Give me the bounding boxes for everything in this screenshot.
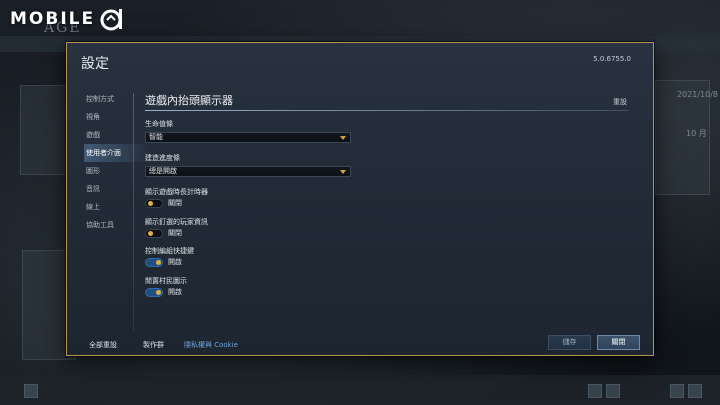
health-bar-dropdown[interactable]: 智能	[145, 132, 351, 143]
background-date: 2021/10/8	[677, 90, 719, 99]
control-group-row: 開啟	[145, 257, 182, 267]
dialog-header: 設定 5.0.6755.0	[67, 43, 653, 83]
toggle-knob	[156, 259, 161, 265]
watermark-logo-icon	[100, 9, 123, 31]
reset-all-button[interactable]: 全部重設	[89, 340, 117, 350]
reset-section-button[interactable]: 重設	[613, 97, 627, 107]
nav-item-game[interactable]: 遊戲	[84, 126, 140, 144]
build-progress-label: 建造進度條	[145, 154, 180, 162]
nav-item-camera[interactable]: 視角	[84, 108, 140, 126]
background-bottom-button	[588, 384, 602, 398]
health-bar-value: 智能	[149, 133, 163, 141]
toggle-knob	[148, 230, 153, 236]
background-side-text: 10 月	[686, 129, 707, 138]
idle-villager-label: 閒置村民圖示	[145, 277, 187, 285]
pinned-player-toggle[interactable]	[145, 228, 163, 238]
idle-villager-toggle[interactable]	[145, 287, 163, 297]
background-bottom-button	[24, 384, 38, 398]
credits-link[interactable]: 製作群	[143, 340, 164, 350]
nav-divider	[133, 93, 134, 331]
chevron-down-icon	[340, 170, 346, 174]
section-title: 遊戲內抬頭顯示器	[145, 94, 233, 107]
settings-dialog: 設定 5.0.6755.0 控制方式 視角 遊戲 使用者介面 圖形 音訊 線上 …	[66, 42, 654, 356]
pinned-player-label: 顯示釘選的玩家資訊	[145, 218, 208, 226]
nav-item-graphics[interactable]: 圖形	[84, 162, 140, 180]
background-bottom-button	[670, 384, 684, 398]
background-bottom-button	[606, 384, 620, 398]
close-button[interactable]: 關閉	[597, 335, 640, 350]
settings-nav: 控制方式 視角 遊戲 使用者介面 圖形 音訊 線上 協助工具	[84, 90, 152, 234]
toggle-knob	[148, 200, 153, 206]
watermark: MOBILE	[10, 6, 125, 32]
game-timer-label: 顯示遊戲時長計時器	[145, 188, 208, 196]
toggle-knob	[156, 289, 161, 295]
health-bar-label: 生命值條	[145, 120, 173, 128]
settings-content: 遊戲內抬頭顯示器 重設	[145, 92, 629, 111]
control-group-label: 控制編組快捷鍵	[145, 247, 194, 255]
nav-item-audio[interactable]: 音訊	[84, 180, 140, 198]
chevron-down-icon	[340, 136, 346, 140]
watermark-text: MOBILE	[10, 9, 96, 29]
nav-item-controls[interactable]: 控制方式	[84, 90, 140, 108]
idle-villager-state: 開啟	[168, 288, 182, 296]
control-group-toggle[interactable]	[145, 257, 163, 267]
build-progress-dropdown[interactable]: 總是開啟	[145, 166, 351, 177]
game-timer-row: 關閉	[145, 198, 182, 208]
dialog-title: 設定	[81, 56, 109, 72]
version-label: 5.0.6755.0	[593, 55, 631, 63]
pinned-player-row: 關閉	[145, 228, 182, 238]
section-divider	[145, 110, 629, 111]
privacy-cookie-link[interactable]: 隱私權與 Cookie	[184, 340, 238, 350]
control-group-state: 開啟	[168, 258, 182, 266]
nav-item-online[interactable]: 線上	[84, 198, 140, 216]
background-bottom-button	[688, 384, 702, 398]
pinned-player-state: 關閉	[168, 229, 182, 237]
idle-villager-row: 開啟	[145, 287, 182, 297]
build-progress-value: 總是開啟	[149, 167, 177, 175]
game-timer-toggle[interactable]	[145, 198, 163, 208]
nav-item-accessibility[interactable]: 協助工具	[84, 216, 140, 234]
save-button[interactable]: 儲存	[548, 335, 591, 350]
nav-item-user-interface[interactable]: 使用者介面	[84, 144, 152, 162]
game-timer-state: 關閉	[168, 199, 182, 207]
